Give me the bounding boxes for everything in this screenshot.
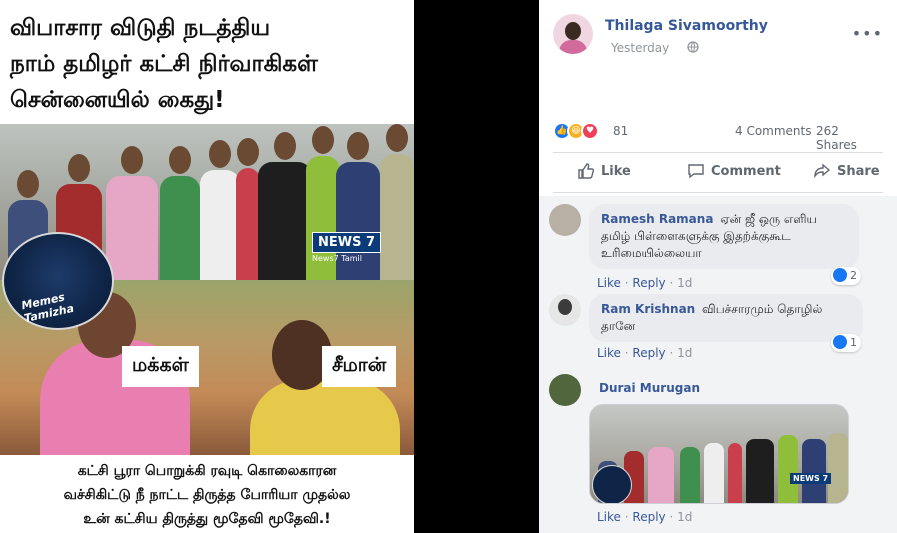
caption-line-3: உன் கட்சிய திருத்து மூதேவி மூதேவி.! (83, 511, 331, 527)
person (680, 447, 700, 503)
post-photo[interactable]: விபாசார விடுதி நடத்திய நாம் தமிழர் கட்சி… (0, 0, 414, 533)
person (704, 443, 724, 503)
post-stats: 👍 😆 ♥ 81 4 Comments 262 Shares (553, 122, 883, 152)
comment-time[interactable]: 1d (677, 510, 692, 524)
meme-headline: விபாசார விடுதி நடத்திய நாம் தமிழர் கட்சி… (0, 0, 414, 124)
person (828, 433, 848, 503)
headline-line-1: விபாசார விடுதி நடத்திய (10, 15, 271, 41)
news7-logo: NEWS 7 (312, 232, 382, 253)
post-timestamp[interactable]: Yesterday (611, 41, 669, 55)
comment-reply-link[interactable]: Reply (632, 510, 665, 524)
comment-item: Ram Krishnan விபச்சாரமும் தொழில் தானே 1 … (549, 294, 889, 364)
comment-image[interactable]: NEWS 7 (589, 404, 849, 504)
commenter-name[interactable]: Ramesh Ramana (601, 212, 713, 226)
meme-caption: கட்சி பூரா பொறுக்கி ரவுடி கொலைகாரன வச்சி… (0, 455, 414, 533)
caption-line-1: கட்சி பூரா பொறுக்கி ரவுடி கொலைகாரன (77, 463, 337, 479)
comment-meta: Like · Reply · 1d (597, 346, 693, 360)
share-arrow-icon (814, 163, 831, 179)
person (746, 439, 774, 503)
person (106, 146, 158, 280)
person (778, 435, 798, 503)
comment-reply-link[interactable]: Reply (632, 346, 665, 360)
shares-count[interactable]: 262 Shares (816, 124, 883, 152)
comment-item: Ramesh Ramana ஏன் ஜீ ஒரு எளிய தமிழ் பிள்… (549, 204, 889, 290)
comment-like-link[interactable]: Like (597, 276, 621, 290)
divider (553, 192, 883, 193)
comment-button[interactable]: Comment (688, 164, 781, 179)
commenter-avatar[interactable] (549, 374, 581, 406)
like-reaction-icon (833, 335, 847, 349)
comment-icon (688, 164, 704, 179)
comment-reactions[interactable]: 2 (831, 267, 861, 285)
comment-reaction-count: 2 (850, 269, 857, 282)
label-people: மக்கள் (122, 346, 199, 387)
like-button[interactable]: Like (578, 163, 631, 179)
author-name[interactable]: Thilaga Sivamoorthy (605, 18, 768, 34)
comment-like-link[interactable]: Like (597, 346, 621, 360)
comment-bubble: Ramesh Ramana ஏன் ஜீ ஒரு எளிய தமிழ் பிள்… (589, 204, 859, 269)
screenshot-root: விபாசார விடுதி நடத்திய நாம் தமிழர் கட்சி… (0, 0, 897, 533)
author-avatar[interactable] (553, 14, 593, 54)
like-reaction-icon (833, 268, 847, 282)
comments-count[interactable]: 4 Comments (735, 124, 812, 138)
public-globe-icon (687, 41, 699, 53)
comment-meta: Like · Reply · 1d (597, 276, 693, 290)
post-panel: Thilaga Sivamoorthy Yesterday ••• 👍 😆 ♥ … (539, 0, 897, 533)
headline-line-2: நாம் தமிழர் கட்சி நிர்வாகிகள் (10, 51, 318, 77)
man-in-yellow (250, 380, 400, 455)
comment-reaction-count: 1 (850, 336, 857, 349)
comment-time[interactable]: 1d (677, 346, 692, 360)
comment-text-line-2: தமிழ் பிள்ளைகளுக்கு இதற்க்குகூட (601, 229, 791, 243)
comment-label: Comment (711, 164, 781, 179)
commenter-name[interactable]: Ram Krishnan (601, 302, 695, 316)
reactions-summary[interactable]: 👍 😆 ♥ (553, 122, 613, 140)
person (160, 146, 200, 280)
comment-text: ஏன் ஜீ ஒரு எளிய (720, 212, 817, 226)
comments-section: Ramesh Ramana ஏன் ஜீ ஒரு எளிய தமிழ் பிள்… (539, 196, 897, 533)
post-header: Thilaga Sivamoorthy Yesterday ••• (553, 14, 883, 62)
comment-meta: Like · Reply · 1d (597, 510, 693, 524)
label-seeman: சீமான் (322, 346, 397, 387)
comment-text: விபச்சாரமும் தொழில் (702, 302, 823, 316)
caption-line-2: வச்சிகிட்டு நீ நாட்ட திருத்த போரியா முதல… (63, 487, 351, 503)
memes-tamizha-logo (592, 465, 632, 503)
news7-logo: NEWS 7 (790, 473, 832, 484)
person (380, 124, 414, 280)
comment-bubble: Durai Murugan (589, 374, 713, 403)
commenter-avatar[interactable] (549, 294, 581, 326)
comment-time[interactable]: 1d (677, 276, 692, 290)
share-button[interactable]: Share (814, 163, 880, 179)
post-actions: Like Comment Share (553, 158, 883, 188)
person (258, 132, 312, 280)
comment-text-line-2: தானே (601, 319, 636, 333)
person (728, 443, 742, 503)
news7-subtitle: News7 Tamil (312, 254, 362, 263)
person (802, 439, 826, 503)
love-reaction-icon: ♥ (581, 122, 599, 140)
more-options-icon[interactable]: ••• (852, 24, 883, 43)
comment-like-link[interactable]: Like (597, 510, 621, 524)
person (648, 447, 674, 503)
thumbs-up-icon (578, 163, 595, 179)
comment-reactions[interactable]: 1 (831, 334, 861, 352)
person (200, 140, 240, 280)
person (236, 138, 260, 280)
comment-text-line-3: உரிமையில்லையா (601, 246, 702, 260)
commenter-name[interactable]: Durai Murugan (599, 381, 700, 395)
headline-line-3: சென்னையில் கைது! (10, 87, 225, 113)
memes-tamizha-logo: Memes Tamizha (2, 232, 114, 330)
commenter-avatar[interactable] (549, 204, 581, 236)
divider (553, 152, 883, 153)
comment-bubble: Ram Krishnan விபச்சாரமும் தொழில் தானே (589, 294, 863, 342)
comment-reply-link[interactable]: Reply (632, 276, 665, 290)
share-label: Share (837, 164, 880, 179)
reaction-count[interactable]: 81 (613, 124, 628, 138)
like-label: Like (601, 164, 631, 179)
